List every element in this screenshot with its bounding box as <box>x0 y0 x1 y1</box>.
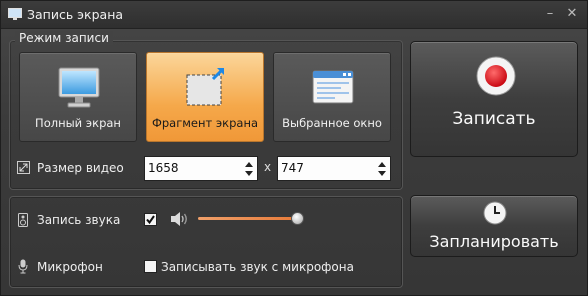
clock-icon <box>483 201 507 225</box>
mode-screen-fragment-button[interactable]: Фрагмент экрана <box>146 52 264 142</box>
video-width-value: 1658 <box>148 161 179 175</box>
height-spin-arrows-icon[interactable] <box>377 159 387 179</box>
mode-screen-fragment-label: Фрагмент экрана <box>151 116 259 130</box>
mode-full-screen-label: Полный экран <box>35 116 121 130</box>
title-bar: Запись экрана – ✕ <box>1 1 587 29</box>
screen-recording-window: Запись экрана – ✕ Режим записи Полный эк… <box>0 0 588 296</box>
sound-recording-checkbox[interactable] <box>144 213 157 226</box>
app-icon <box>8 8 22 20</box>
screen-fragment-icon <box>186 67 225 106</box>
window-title: Запись экрана <box>27 7 124 22</box>
speaker-icon <box>18 213 28 227</box>
video-width-input[interactable]: 1658 <box>144 156 258 181</box>
video-height-value: 747 <box>281 161 304 175</box>
sound-group <box>9 196 403 288</box>
record-microphone-label[interactable]: Записывать звук с микрофона <box>161 260 354 274</box>
monitor-icon <box>58 67 100 108</box>
size-separator: x <box>264 160 272 174</box>
record-icon <box>476 56 516 96</box>
record-button-label: Записать <box>452 109 536 129</box>
schedule-button[interactable]: Запланировать <box>410 195 578 257</box>
record-microphone-checkbox[interactable] <box>144 260 157 273</box>
width-spin-arrows-icon[interactable] <box>244 159 254 179</box>
video-height-input[interactable]: 747 <box>277 156 391 181</box>
minimize-button[interactable]: – <box>541 5 559 23</box>
record-button[interactable]: Записать <box>410 41 578 157</box>
microphone-label: Микрофон <box>37 260 103 274</box>
volume-slider-thumb[interactable] <box>291 212 304 225</box>
volume-icon <box>171 212 187 226</box>
video-size-label: Размер видео <box>37 161 124 175</box>
window-icon <box>312 70 354 104</box>
mode-selected-window-label: Выбранное окно <box>282 116 382 130</box>
close-button[interactable]: ✕ <box>563 5 581 23</box>
sound-recording-label: Запись звука <box>37 213 121 227</box>
recording-mode-label: Режим записи <box>15 31 113 45</box>
volume-slider-track[interactable] <box>198 217 300 220</box>
resize-icon <box>17 161 30 174</box>
mode-full-screen-button[interactable]: Полный экран <box>19 52 137 142</box>
mode-selected-window-button[interactable]: Выбранное окно <box>273 52 391 142</box>
check-icon <box>146 215 155 225</box>
microphone-icon <box>18 259 28 274</box>
schedule-button-label: Запланировать <box>429 232 559 251</box>
